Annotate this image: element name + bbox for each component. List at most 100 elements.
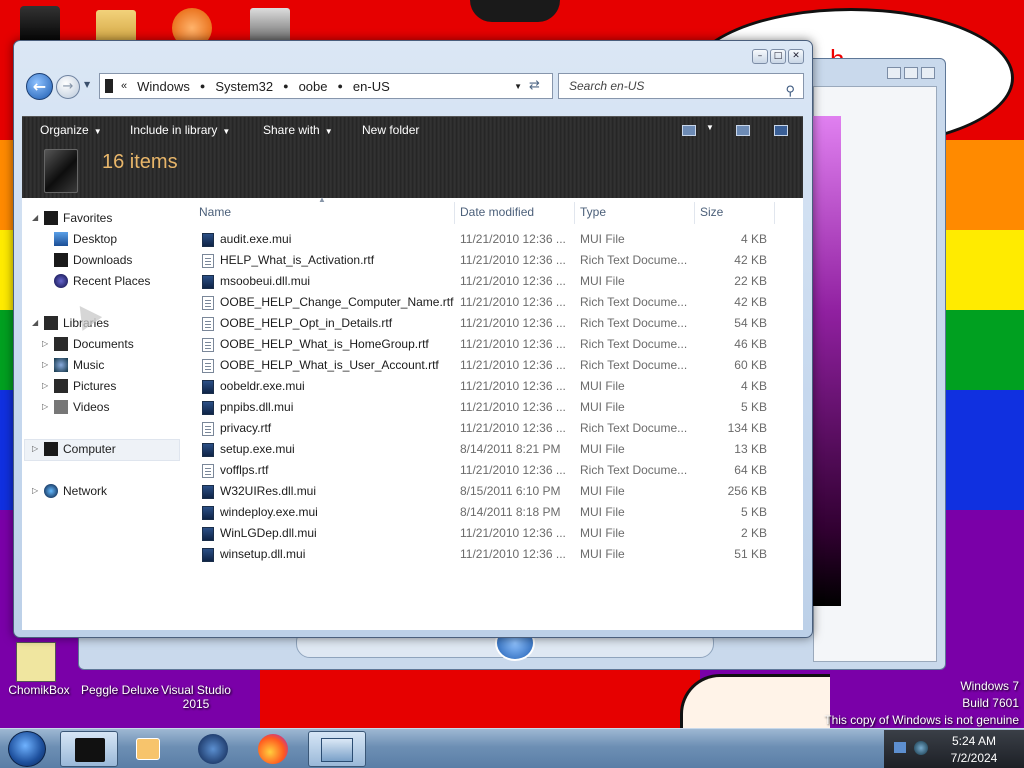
file-date: 8/15/2011 6:10 PM [460,484,561,498]
table-row[interactable]: vofflps.rtf 11/21/2010 12:36 ... Rich Text… [192,460,803,481]
view-dropdown-icon[interactable]: ▼ [706,123,714,132]
clock-date[interactable]: 7/2/2024 [924,751,1024,765]
nav-item-recent-places[interactable]: Recent Places [22,271,192,291]
table-row[interactable]: HELP_What_is_Activation.rtf 11/21/2010 12… [192,250,803,271]
nav-item-documents[interactable]: ▷ Documents [22,334,192,354]
libraries-icon [44,316,58,330]
change-view-icon[interactable] [682,125,696,136]
expand-arrow-icon[interactable]: ▷ [42,397,48,417]
search-placeholder: Search en-US [569,79,645,93]
close-button[interactable] [921,67,935,79]
nav-item-desktop[interactable]: Desktop [22,229,192,249]
table-row[interactable]: winsetup.dll.mui 11/21/2010 12:36 ... MUI … [192,544,803,565]
help-icon[interactable] [774,125,788,136]
desktop-icon-label[interactable]: Peggle Deluxe [78,683,162,697]
recent-pages-dropdown[interactable]: ▼ [84,80,90,89]
background-window-gradient [813,116,841,606]
maximize-button[interactable] [904,67,918,79]
nav-item-libraries[interactable]: ◢ Libraries [22,313,192,333]
table-row[interactable]: audit.exe.mui 11/21/2010 12:36 ... MUI Fil… [192,229,803,250]
include-in-library-button[interactable]: Include in library ▼ [130,123,230,137]
desktop-icon-label[interactable]: Visual Studio 2015 [158,683,234,711]
table-row[interactable]: W32UIRes.dll.mui 8/15/2011 6:10 PM MUI Fil… [192,481,803,502]
refresh-icon[interactable]: ⇄ [529,78,540,93]
column-type[interactable]: Type [580,205,606,219]
search-icon[interactable]: ⚲ [785,79,795,103]
expand-arrow-icon[interactable]: ▷ [42,355,48,375]
nav-label: Recent Places [73,274,151,288]
preview-pane-icon[interactable] [736,125,750,136]
table-row[interactable]: pnpibs.dll.mui 11/21/2010 12:36 ... MUI Fi… [192,397,803,418]
expand-arrow-icon[interactable]: ▷ [42,376,48,396]
organize-button[interactable]: Organize ▼ [40,123,102,137]
firefox-icon [258,734,288,764]
file-size: 54 KB [734,316,767,330]
table-row[interactable]: OOBE_HELP_What_is_HomeGroup.rtf 11/21/201… [192,334,803,355]
address-bar[interactable]: « Windows ● System32 ● oobe ● en-US ▼ [99,73,553,99]
taskbar-explorer[interactable] [60,731,118,767]
file-name: W32UIRes.dll.mui [220,484,317,498]
column-divider[interactable] [774,202,775,224]
column-date[interactable]: Date modified [460,205,534,219]
forward-button[interactable]: → [56,75,80,99]
table-row[interactable]: setup.exe.mui 8/14/2011 8:21 PM MUI File 13… [192,439,803,460]
table-row[interactable]: OOBE_HELP_What_is_User_Account.rtf 11/21/… [192,355,803,376]
table-row[interactable]: WinLGDep.dll.mui 11/21/2010 12:36 ... MUI … [192,523,803,544]
breadcrumb-item[interactable]: oobe [289,79,338,94]
nav-item-favorites[interactable]: ◢ Favorites [22,208,192,228]
table-row[interactable]: OOBE_HELP_Opt_in_Details.rtf 11/21/2010 1… [192,313,803,334]
videos-icon [54,400,68,414]
column-divider[interactable] [694,202,695,224]
taskbar-globe[interactable] [184,731,242,767]
taskbar-firefox[interactable] [244,731,302,767]
new-folder-button[interactable]: New folder [362,123,419,137]
search-input[interactable]: Search en-US ⚲ [558,73,804,99]
nav-item-pictures[interactable]: ▷ Pictures [22,376,192,396]
desktop-icon-label[interactable]: ChomikBox [2,683,76,697]
nav-item-music[interactable]: ▷ Music [22,355,192,375]
mui-file-icon [202,527,214,541]
nav-item-computer[interactable]: ▷ Computer [22,439,192,459]
expand-arrow-icon[interactable]: ◢ [32,208,38,228]
share-with-button[interactable]: Share with ▼ [263,123,333,137]
breadcrumb-item[interactable]: Windows [127,79,200,94]
expand-arrow-icon[interactable]: ▷ [32,481,38,501]
mui-file-icon [202,401,214,415]
breadcrumb-item[interactable]: en-US [343,79,400,94]
nav-item-videos[interactable]: ▷ Videos [22,397,192,417]
nav-item-downloads[interactable]: Downloads [22,250,192,270]
table-row[interactable]: msoobeui.dll.mui 11/21/2010 12:36 ... MUI … [192,271,803,292]
back-button[interactable]: ← [26,73,53,100]
start-button[interactable] [8,731,46,767]
column-name[interactable]: Name [199,205,231,219]
minimize-button[interactable] [887,67,901,79]
minimize-button[interactable]: – [752,49,768,64]
address-dropdown-icon[interactable]: ▼ [514,82,522,91]
breadcrumb-item[interactable]: System32 [205,79,283,94]
nav-label: Desktop [73,232,118,246]
file-name: msoobeui.dll.mui [220,274,311,288]
column-divider[interactable] [454,202,455,224]
expand-arrow-icon[interactable]: ▷ [42,334,48,354]
table-row[interactable]: windeploy.exe.mui 8/14/2011 8:18 PM MUI Fi… [192,502,803,523]
taskbar-media-player[interactable] [120,731,178,767]
nav-label: Pictures [73,379,117,393]
action-center-icon[interactable] [894,742,906,753]
column-divider[interactable] [574,202,575,224]
file-size: 256 KB [727,484,767,498]
column-size[interactable]: Size [700,205,723,219]
close-button[interactable]: ✕ [788,49,804,64]
table-row[interactable]: privacy.rtf 11/21/2010 12:36 ... Rich Text… [192,418,803,439]
maximize-button[interactable]: □ [770,49,786,64]
table-row[interactable]: oobeldr.exe.mui 11/21/2010 12:36 ... MUI F… [192,376,803,397]
table-row[interactable]: OOBE_HELP_Change_Computer_Name.rtf 11/21/… [192,292,803,313]
clock-time[interactable]: 5:24 AM [924,734,1024,748]
chevron-down-icon: ▼ [93,127,102,136]
chomikbox-icon[interactable] [16,642,56,682]
expand-arrow-icon[interactable]: ◢ [32,313,38,333]
share-with-label: Share with [263,123,320,137]
taskbar-photo-viewer[interactable] [308,731,366,767]
file-name: OOBE_HELP_Change_Computer_Name.rtf [220,295,454,309]
expand-arrow-icon[interactable]: ▷ [32,439,38,459]
nav-item-network[interactable]: ▷ Network [22,481,192,501]
